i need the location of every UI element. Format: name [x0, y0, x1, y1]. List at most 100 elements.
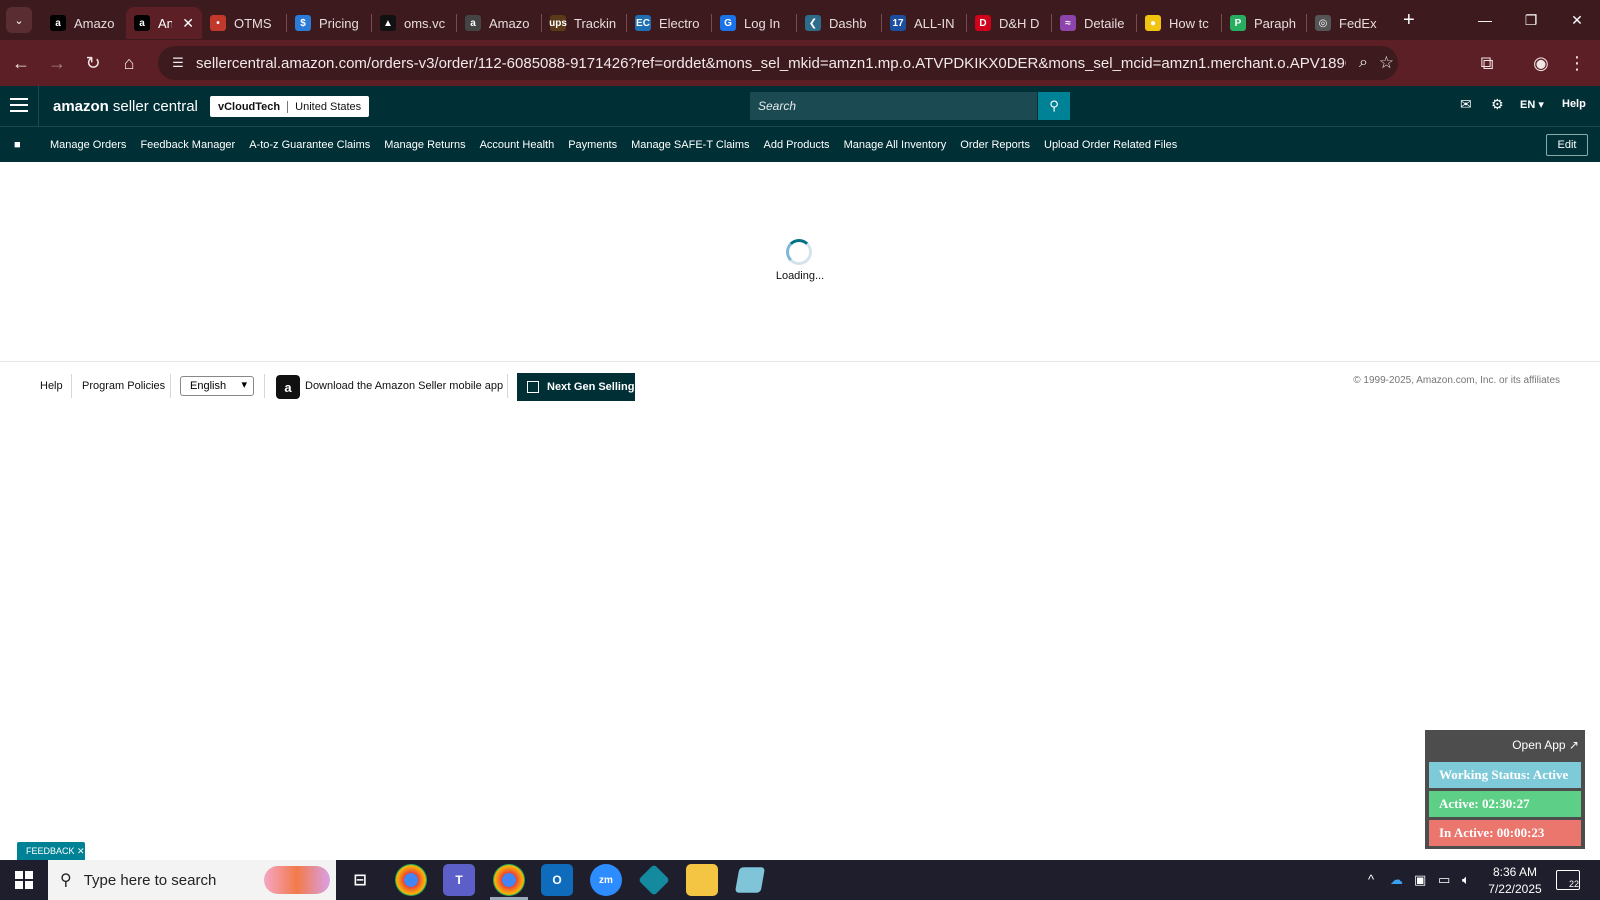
outlook-icon[interactable]: O: [541, 864, 573, 896]
extensions-icon[interactable]: ⧉: [1474, 50, 1500, 76]
tab-search-chevron-icon[interactable]: ⌄: [6, 7, 32, 33]
footer-separator: [71, 374, 72, 398]
restore-icon[interactable]: ❐: [1508, 0, 1554, 40]
language-selector[interactable]: EN ▾: [1520, 98, 1544, 111]
nav-link-manage-returns[interactable]: Manage Returns: [384, 139, 465, 151]
edit-button[interactable]: Edit: [1546, 134, 1588, 156]
next-gen-selling-button[interactable]: Next Gen Selling: [517, 373, 635, 401]
reload-icon[interactable]: ↻: [80, 50, 106, 76]
search-highlight-illustration: [264, 866, 330, 894]
working-status-widget: Open App ↗ Working Status: Active Active…: [1425, 730, 1585, 849]
file-explorer-icon[interactable]: [686, 864, 718, 896]
copyright-text: © 1999-2025, Amazon.com, Inc. or its aff…: [1353, 375, 1560, 386]
back-icon[interactable]: ←: [8, 50, 34, 76]
search-input[interactable]: Search: [750, 92, 1037, 120]
nav-link-add-products[interactable]: Add Products: [764, 139, 830, 151]
amazon-app-icon[interactable]: a: [276, 375, 300, 399]
help-link[interactable]: Help: [1562, 98, 1586, 110]
hamburger-menu-icon[interactable]: [10, 96, 28, 114]
nav-link-a-to-z-guarantee-claims[interactable]: A-to-z Guarantee Claims: [249, 139, 370, 151]
settings-gear-icon[interactable]: ⚙: [1491, 96, 1504, 113]
nav-link-manage-safe-t-claims[interactable]: Manage SAFE-T Claims: [631, 139, 749, 151]
browser-tab[interactable]: 17 ALL-IN: [882, 7, 966, 39]
diamond-app-icon[interactable]: [638, 864, 670, 896]
onedrive-icon[interactable]: ☁: [1390, 872, 1403, 888]
browser-menu-icon[interactable]: ⋮: [1564, 50, 1590, 76]
zoom-app-icon[interactable]: zm: [590, 864, 622, 896]
chrome-active-icon[interactable]: [493, 864, 525, 896]
nav-link-manage-all-inventory[interactable]: Manage All Inventory: [844, 139, 947, 151]
browser-tab[interactable]: EC Electro: [627, 7, 711, 39]
notification-center-icon[interactable]: 22: [1556, 870, 1580, 890]
mail-icon[interactable]: ✉: [1460, 96, 1472, 113]
new-tab-icon[interactable]: +: [1403, 9, 1415, 32]
taskbar-search-box[interactable]: ⚲ Type here to search: [48, 860, 336, 900]
nav-link-order-reports[interactable]: Order Reports: [960, 139, 1030, 151]
browser-tab[interactable]: ▲ oms.vc: [372, 7, 456, 39]
footer-help-link[interactable]: Help: [40, 380, 63, 392]
teams-icon[interactable]: T: [443, 864, 475, 896]
security-icon[interactable]: ▣: [1414, 872, 1426, 888]
account-name: vCloudTech: [218, 100, 289, 113]
task-view-icon[interactable]: ⊟: [344, 864, 376, 896]
browser-tab[interactable]: P Paraph: [1222, 7, 1306, 39]
tab-favicon-icon: ups: [549, 15, 567, 31]
browser-tab[interactable]: D D&H D: [967, 7, 1051, 39]
browser-tab[interactable]: ● How tc: [1137, 7, 1221, 39]
minimize-icon[interactable]: —: [1462, 0, 1508, 40]
browser-tab[interactable]: • OTMS: [202, 7, 286, 39]
browser-tab[interactable]: a Amazo: [42, 7, 126, 39]
browser-tab[interactable]: a Amazo: [457, 7, 541, 39]
address-bar[interactable]: ☰ sellercentral.amazon.com/orders-v3/ord…: [158, 46, 1398, 80]
browser-tab[interactable]: ups Trackin: [542, 7, 626, 39]
tab-favicon-icon: •: [210, 15, 226, 31]
volume-icon[interactable]: 🔈︎: [1462, 872, 1470, 888]
nav-link-feedback-manager[interactable]: Feedback Manager: [140, 139, 235, 151]
logo-amazon: amazon: [53, 97, 109, 115]
footer-language-select[interactable]: English ▾: [180, 376, 254, 396]
forward-icon[interactable]: →: [44, 50, 70, 76]
browser-tab[interactable]: $ Pricing: [287, 7, 371, 39]
nav-link-upload-order-related-files[interactable]: Upload Order Related Files: [1044, 139, 1177, 151]
nav-link-account-health[interactable]: Account Health: [480, 139, 555, 151]
loading-text: Loading...: [775, 270, 825, 282]
seller-central-header: amazon seller central vCloudTech United …: [0, 86, 1600, 126]
bookmark-icon[interactable]: ■: [14, 139, 26, 151]
browser-tab[interactable]: ≈ Detaile: [1052, 7, 1136, 39]
nav-link-manage-orders[interactable]: Manage Orders: [50, 139, 126, 151]
feedback-tab[interactable]: FEEDBACK ✕: [17, 842, 85, 860]
show-hidden-icons-icon[interactable]: ^: [1368, 872, 1374, 887]
browser-tab[interactable]: ❮ Dashb: [797, 7, 881, 39]
clock-time[interactable]: 8:36 AM: [1490, 865, 1540, 879]
zoom-icon[interactable]: ⌕: [1359, 54, 1368, 72]
seller-central-logo[interactable]: amazon seller central: [38, 86, 198, 126]
open-app-link[interactable]: Open App ↗: [1512, 738, 1579, 752]
home-icon[interactable]: ⌂: [116, 50, 142, 76]
windows-start-button[interactable]: [0, 860, 48, 900]
browser-tab-active[interactable]: a An ✕: [126, 7, 202, 39]
nav-link-payments[interactable]: Payments: [568, 139, 617, 151]
url-text[interactable]: sellercentral.amazon.com/orders-v3/order…: [196, 55, 1346, 72]
close-tab-icon[interactable]: ✕: [182, 15, 194, 32]
search-icon: ⚲: [1049, 98, 1059, 113]
download-app-link[interactable]: Download the Amazon Seller mobile app: [305, 380, 503, 392]
tab-title: Dashb: [829, 15, 867, 31]
profile-icon[interactable]: ◉: [1528, 50, 1554, 76]
bookmark-star-icon[interactable]: ☆: [1379, 53, 1394, 73]
network-icon[interactable]: ▭: [1438, 872, 1450, 888]
account-switcher[interactable]: vCloudTech United States: [210, 96, 370, 117]
search-button[interactable]: ⚲: [1038, 92, 1070, 120]
close-window-icon[interactable]: ✕: [1554, 0, 1600, 40]
site-info-icon[interactable]: ☰: [164, 55, 192, 71]
tab-favicon-icon: D: [975, 15, 991, 31]
browser-tab[interactable]: ◎ FedEx: [1307, 7, 1391, 39]
browser-tab[interactable]: G Log In: [712, 7, 796, 39]
external-link-icon: [527, 381, 539, 393]
clock-date[interactable]: 7/22/2025: [1485, 882, 1545, 896]
browser-toolbar: ← → ↻ ⌂ ☰ sellercentral.amazon.com/order…: [0, 40, 1600, 86]
bookmark-nav-bar: ■ Manage Orders Feedback Manager A-to-z Gu…: [0, 126, 1600, 162]
chrome-icon[interactable]: [395, 864, 427, 896]
app-icon[interactable]: [734, 867, 766, 893]
footer-separator: [264, 374, 265, 398]
program-policies-link[interactable]: Program Policies: [82, 380, 165, 392]
